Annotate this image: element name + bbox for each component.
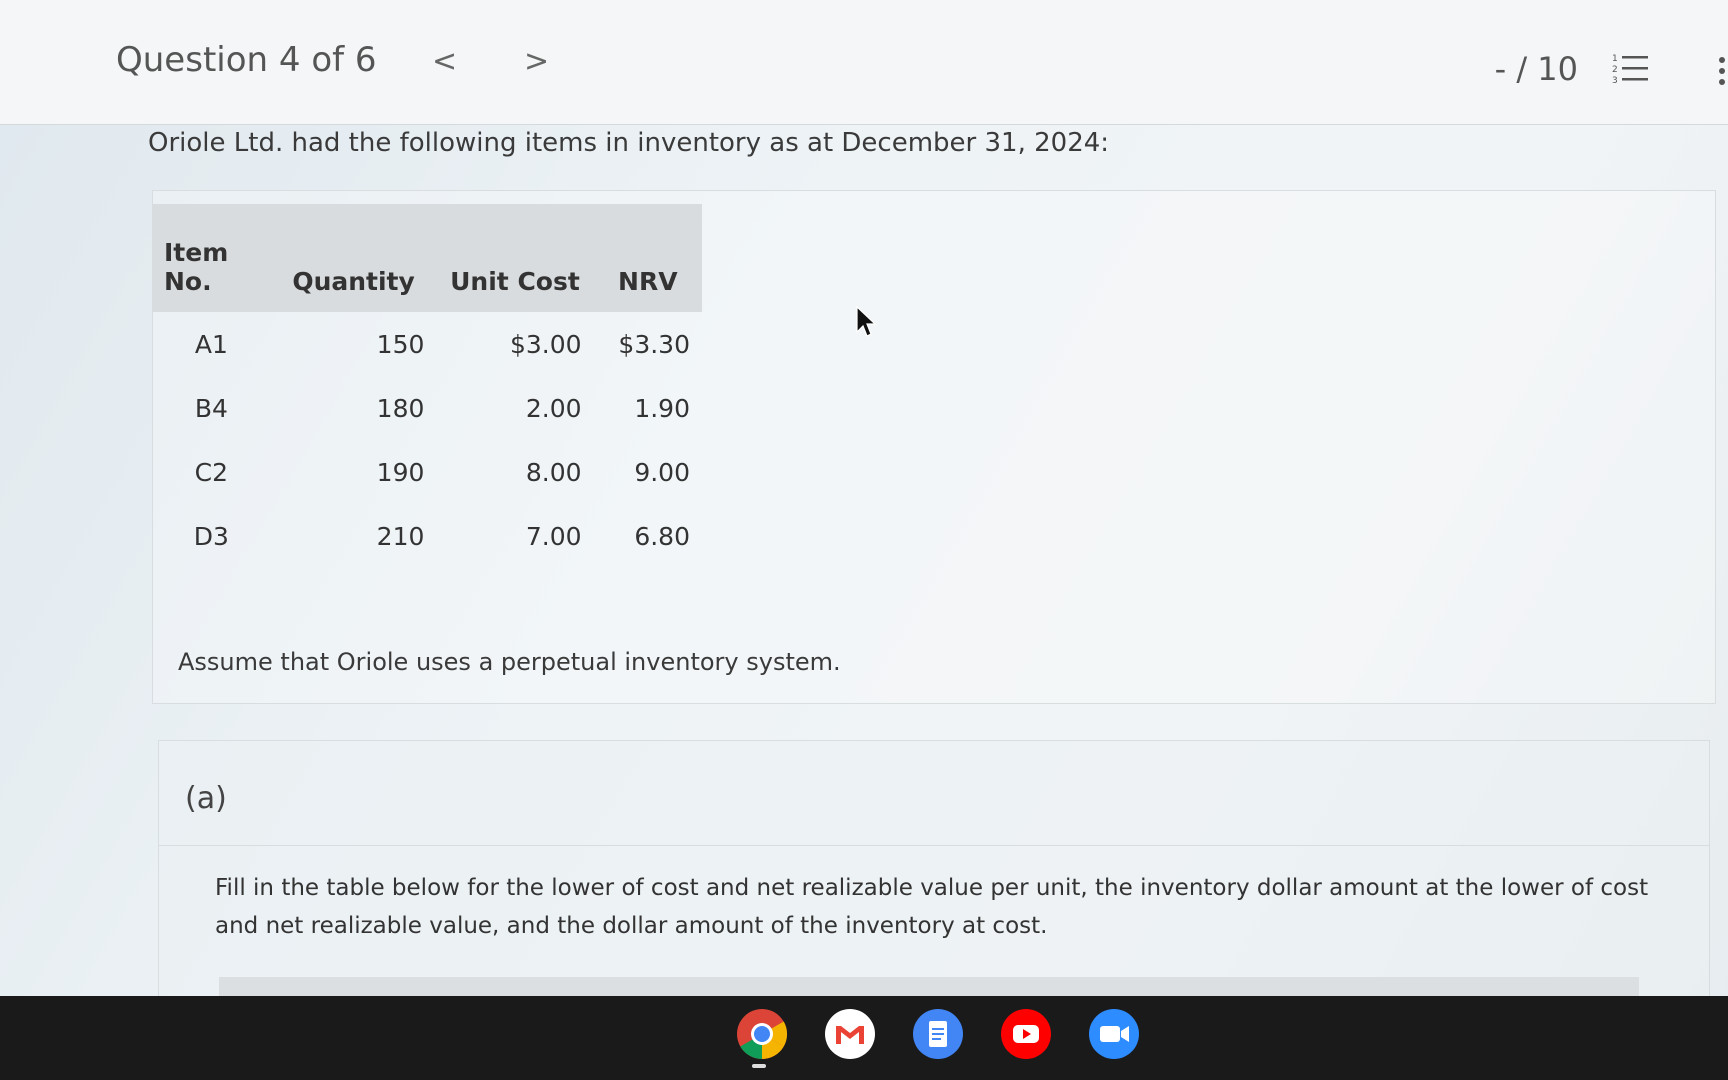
- quantity-cell: 210: [376, 521, 425, 551]
- header-unit-cost: Unit Cost: [450, 267, 580, 296]
- gmail-icon[interactable]: [824, 1008, 876, 1060]
- quantity-cell: 150: [376, 329, 425, 359]
- table-row: D3 210 7.00 6.80: [152, 504, 702, 568]
- svg-text:1: 1: [1612, 54, 1618, 64]
- table-row: A1 150 $3.00 $3.30: [152, 312, 702, 376]
- mouse-cursor-icon: [856, 306, 876, 337]
- item-no-cell: D3: [193, 521, 229, 551]
- inventory-table-header: Item No. Quantity Unit Cost NRV: [152, 204, 702, 312]
- header-item-no: Item No.: [164, 238, 229, 296]
- more-options-icon[interactable]: [1718, 56, 1726, 86]
- header-quantity: Quantity: [292, 267, 415, 296]
- next-question-button[interactable]: >: [524, 44, 549, 79]
- numbered-list-icon[interactable]: 1 2 3: [1612, 52, 1650, 86]
- youtube-icon[interactable]: [1000, 1008, 1052, 1060]
- quantity-cell: 180: [376, 393, 425, 423]
- nrv-cell: 6.80: [634, 521, 690, 551]
- nrv-cell: $3.30: [618, 329, 690, 359]
- item-no-cell: A1: [194, 329, 228, 359]
- zoom-icon[interactable]: [1088, 1008, 1140, 1060]
- part-a-label: (a): [185, 781, 227, 816]
- inventory-table: Item No. Quantity Unit Cost NRV A1 150 $…: [152, 204, 702, 568]
- score-display: - / 10: [1494, 50, 1578, 88]
- unit-cost-cell: 2.00: [525, 393, 582, 423]
- item-no-cell: C2: [194, 457, 229, 487]
- table-row: C2 190 8.00 9.00: [152, 440, 702, 504]
- quantity-cell: 190: [376, 457, 425, 487]
- table-row: B4 180 2.00 1.90: [152, 376, 702, 440]
- question-position: Question 4 of 6: [116, 40, 377, 80]
- unit-cost-cell: 8.00: [525, 457, 582, 487]
- unit-cost-cell: $3.00: [509, 329, 582, 359]
- assumption-text: Assume that Oriole uses a perpetual inve…: [178, 648, 841, 676]
- part-a-instructions: Fill in the table below for the lower of…: [215, 875, 1649, 939]
- nrv-cell: 1.90: [634, 393, 690, 423]
- svg-text:3: 3: [1612, 76, 1618, 86]
- question-header: Question 4 of 6 < > - / 10 1 2 3: [0, 0, 1728, 125]
- part-a-header: (a): [159, 741, 1709, 846]
- chrome-running-indicator: [752, 1064, 766, 1068]
- chrome-icon[interactable]: [736, 1008, 788, 1060]
- unit-cost-cell: 7.00: [525, 521, 582, 551]
- taskbar: [0, 996, 1728, 1080]
- docs-icon[interactable]: [912, 1008, 964, 1060]
- previous-question-button[interactable]: <: [432, 44, 457, 79]
- nrv-cell: 9.00: [634, 457, 690, 487]
- item-no-cell: B4: [194, 393, 228, 423]
- question-prompt: Oriole Ltd. had the following items in i…: [148, 128, 1110, 158]
- header-nrv: NRV: [618, 267, 678, 296]
- svg-text:2: 2: [1612, 65, 1618, 75]
